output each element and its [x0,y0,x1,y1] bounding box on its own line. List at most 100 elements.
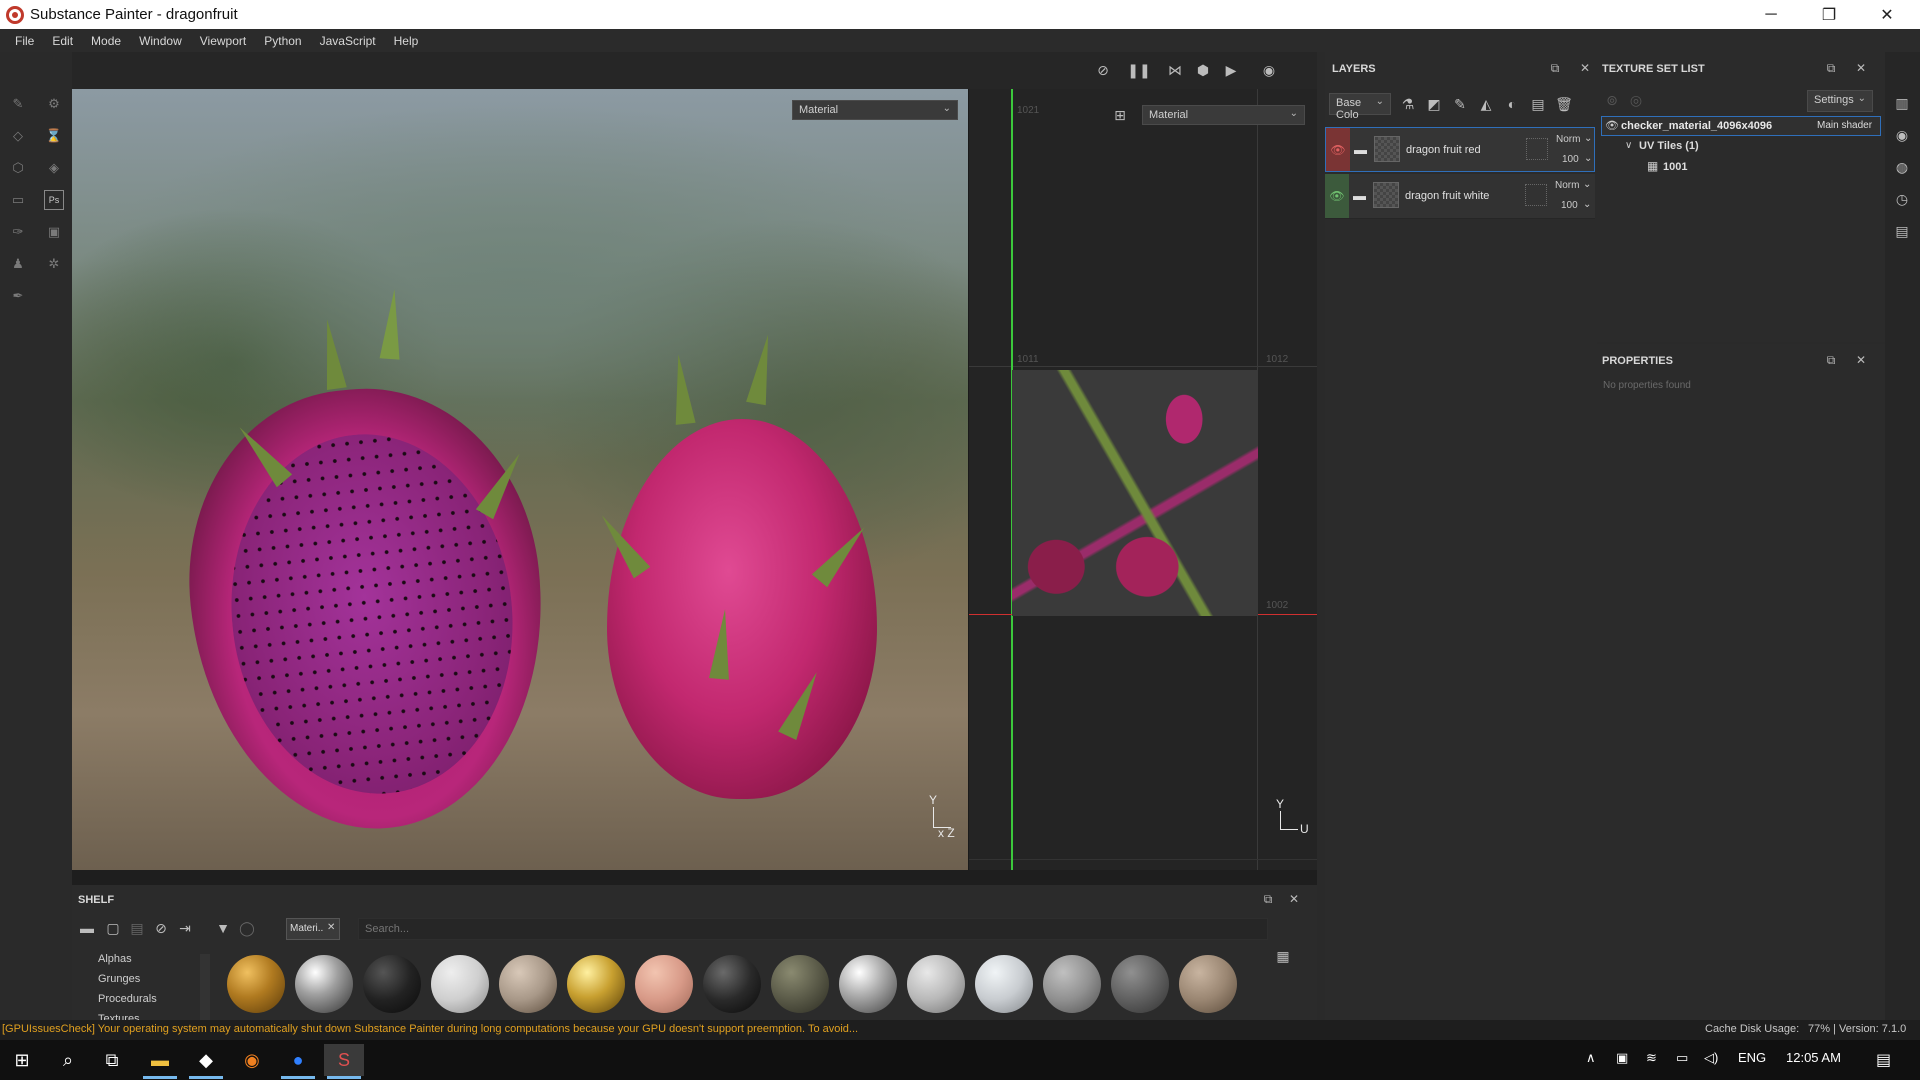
folder-icon[interactable]: ▬ [76,917,98,939]
save-icon[interactable]: ▤ [126,917,148,939]
restore-button[interactable]: ❐ [1800,0,1858,29]
shader-settings-icon[interactable]: ◈ [44,158,64,178]
grid-view-icon[interactable]: ▦ [1272,945,1294,967]
menu-file[interactable]: File [6,34,43,48]
substance-painter-taskbar-icon[interactable]: S [324,1044,364,1076]
show-hidden-icons-icon[interactable]: ∧ [1586,1050,1596,1066]
zalo-icon[interactable]: ● [278,1044,318,1076]
history-icon[interactable]: ◷ [1891,188,1913,210]
task-view-icon[interactable]: ⧉ [92,1044,132,1076]
float-panel-icon[interactable]: ⧉ [1823,352,1839,368]
clone-stamp-icon[interactable]: ♟ [8,254,28,274]
environment-icon[interactable]: ◍ [1891,156,1913,178]
category-scrollbar[interactable] [200,954,210,1020]
close-panel-icon[interactable]: ✕ [1286,891,1302,907]
add-effect-icon[interactable]: ⚗ [1397,93,1419,115]
export-textures-icon[interactable]: ▣ [44,222,64,242]
uv-tiles-label[interactable]: UV Tiles (1) [1639,140,1699,152]
app-icon[interactable]: ◆ [186,1044,226,1076]
settings-dropdown[interactable]: Settings ⌄ [1807,90,1873,112]
color-picker-icon[interactable]: ✒ [8,286,28,306]
material-thumbnail[interactable] [907,955,965,1013]
link-icon[interactable]: ⊚ [1601,89,1623,111]
screenshot-icon[interactable]: ◉ [1258,59,1280,81]
meet-now-icon[interactable]: ▣ [1616,1050,1628,1066]
photoshop-export-icon[interactable]: Ps [44,190,64,210]
material-thumbnail[interactable] [499,955,557,1013]
menu-window[interactable]: Window [130,34,191,48]
eye-visible-icon[interactable]: 👁 [1326,128,1350,171]
shelf-search-input[interactable] [358,918,1268,940]
viewport-2d-mode-dropdown[interactable]: Material ⌄ [1142,105,1305,125]
menu-help[interactable]: Help [385,34,428,48]
battery-icon[interactable]: ▭ [1676,1050,1688,1066]
eye-visible-icon[interactable]: 👁 [1325,174,1349,218]
filter-tag[interactable]: Materi.. ✕ [286,918,340,940]
menu-javascript[interactable]: JavaScript [311,34,385,48]
layer-mask-slot[interactable] [1525,184,1547,206]
viewport-3d[interactable]: Material ⌄ Y x Z [72,89,968,870]
camera-icon[interactable]: ▶ [1220,59,1242,81]
hide-icon[interactable]: ⊘ [150,917,172,939]
filter-icon[interactable]: ▼ [212,917,234,939]
viewport-3d-mode-dropdown[interactable]: Material ⌄ [792,100,958,120]
chevron-down-icon[interactable]: ⌄ [1583,179,1591,190]
blender-icon[interactable]: ◉ [232,1044,272,1076]
chevron-down-icon[interactable]: ⌄ [1584,133,1592,144]
menu-viewport[interactable]: Viewport [191,34,255,48]
uv-tile-item[interactable]: 1001 [1663,161,1687,173]
close-icon[interactable]: ✕ [327,922,335,933]
add-paint-layer-icon[interactable]: ✎ [1449,93,1471,115]
symmetry-icon[interactable]: ⋈ [1164,59,1186,81]
projection-icon[interactable]: ⬡ [8,158,28,178]
minimize-button[interactable]: ─ [1742,0,1800,29]
clock[interactable]: 12:05 AM [1786,1050,1841,1065]
notifications-icon[interactable]: ▤ [1876,1050,1891,1070]
add-fill-layer-icon[interactable]: ◭ [1475,93,1497,115]
chevron-down-icon[interactable]: ⌄ [1584,153,1592,164]
eye-icon[interactable]: ◎ [1625,89,1647,111]
material-thumbnail[interactable] [771,955,829,1013]
shader-name[interactable]: Main shader [1817,120,1872,131]
opacity-value[interactable]: 100 [1562,154,1579,165]
shelf-category-procedurals[interactable]: Procedurals [98,993,157,1005]
material-thumbnail[interactable] [1179,955,1237,1013]
volume-icon[interactable]: ◁) [1704,1050,1718,1066]
display-settings-icon[interactable]: ⚙ [44,94,64,114]
close-panel-icon[interactable]: ✕ [1853,352,1869,368]
close-panel-icon[interactable]: ✕ [1577,60,1593,76]
material-thumbnail[interactable] [295,955,353,1013]
delete-layer-icon[interactable]: 🗑 [1553,93,1575,115]
material-thumbnail[interactable] [975,955,1033,1013]
float-panel-icon[interactable]: ⧉ [1547,60,1563,76]
display-icon[interactable]: ◉ [1891,124,1913,146]
menu-python[interactable]: Python [255,34,310,48]
menu-mode[interactable]: Mode [82,34,130,48]
chevron-down-icon[interactable]: ∨ [1625,140,1632,151]
layer-row-dragon-fruit-red[interactable]: 👁 ▬ dragon fruit red Norm ⌄ 100 ⌄ [1325,127,1595,172]
circle-icon[interactable]: ◯ [236,917,258,939]
material-thumbnail[interactable] [839,955,897,1013]
bake-icon[interactable]: ⌛ [44,126,64,146]
paint-brush-icon[interactable]: ✎ [8,94,28,114]
pause-icon[interactable]: ❚❚ [1127,59,1150,81]
opacity-value[interactable]: 100 [1561,200,1578,211]
texture-set-row[interactable]: 👁 checker_material_4096x4096 Main shader [1601,116,1881,136]
float-panel-icon[interactable]: ⧉ [1823,60,1839,76]
menu-edit[interactable]: Edit [43,34,82,48]
hide-icon[interactable]: ⊘ [1092,59,1114,81]
search-icon[interactable]: ⌕ [48,1044,88,1076]
chevron-down-icon[interactable]: ⌄ [1583,199,1591,210]
cube-view-icon[interactable]: ⬢ [1192,59,1214,81]
add-mask-icon[interactable]: ◩ [1423,93,1445,115]
smudge-icon[interactable]: ✑ [8,222,28,242]
shelf-category-alphas[interactable]: Alphas [98,953,132,965]
material-thumbnail[interactable] [1043,955,1101,1013]
blend-mode[interactable]: Norm [1556,134,1580,145]
settings-gear-icon[interactable]: ✲ [44,254,64,274]
close-panel-icon[interactable]: ✕ [1853,60,1869,76]
language-indicator[interactable]: ENG [1738,1050,1766,1065]
float-panel-icon[interactable]: ⧉ [1260,891,1276,907]
material-thumbnail[interactable] [635,955,693,1013]
eraser-icon[interactable]: ◇ [8,126,28,146]
